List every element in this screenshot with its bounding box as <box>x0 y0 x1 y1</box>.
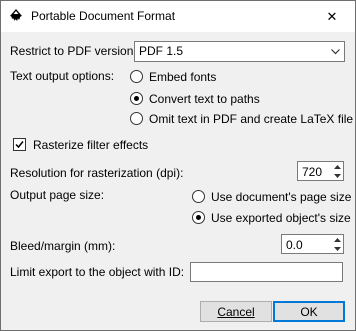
pdf-version-label: Restrict to PDF version: <box>10 44 137 58</box>
text-output-label: Text output options: <box>10 69 115 83</box>
ok-button[interactable]: OK <box>273 301 345 322</box>
checkbox[interactable] <box>13 138 26 151</box>
object-id-input[interactable] <box>190 262 343 282</box>
close-button[interactable]: ✕ <box>309 1 355 32</box>
pdf-version-value: PDF 1.5 <box>139 44 184 58</box>
radio-button[interactable] <box>130 92 143 105</box>
window-title: Portable Document Format <box>31 9 176 23</box>
radio-label: Use document's page size <box>211 190 352 204</box>
radio-button[interactable] <box>192 211 205 224</box>
title-bar: Portable Document Format ✕ <box>1 1 355 32</box>
radio-label: Convert text to paths <box>149 92 260 106</box>
caret-down-icon <box>334 173 341 178</box>
bleed-spinbox[interactable]: 0.0 <box>281 234 344 254</box>
resolution-label: Resolution for rasterization (dpi): <box>10 166 184 180</box>
resolution-value: 720 <box>302 165 323 179</box>
bleed-label: Bleed/margin (mm): <box>10 239 116 253</box>
radio-button[interactable] <box>192 190 205 203</box>
caret-down-icon <box>334 246 341 251</box>
radio-label: Use exported object's size <box>211 211 351 225</box>
radio-label: Omit text in PDF and create LaTeX file <box>149 112 354 126</box>
spin-down-button[interactable] <box>332 171 343 180</box>
radio-button[interactable] <box>130 70 143 83</box>
pdf-export-dialog: Portable Document Format ✕ Restrict to P… <box>0 0 356 331</box>
limit-export-label: Limit export to the object with ID: <box>10 265 185 279</box>
radio-label: Embed fonts <box>149 70 217 84</box>
ok-button-label: OK <box>300 304 318 319</box>
spin-down-button[interactable] <box>332 244 343 253</box>
radio-button[interactable] <box>130 112 143 125</box>
chevron-down-icon <box>327 42 344 61</box>
cancel-button-label: Cancel <box>217 304 255 319</box>
caret-up-icon <box>334 237 341 242</box>
cancel-button[interactable]: Cancel <box>200 301 272 322</box>
spin-up-button[interactable] <box>332 162 343 171</box>
rasterize-label: Rasterize filter effects <box>33 138 149 152</box>
close-icon: ✕ <box>326 8 338 24</box>
inkscape-icon <box>8 8 24 24</box>
page-size-label: Output page size: <box>10 188 105 202</box>
caret-up-icon <box>334 164 341 169</box>
resolution-spinbox[interactable]: 720 <box>297 161 344 181</box>
bleed-value: 0.0 <box>286 238 303 252</box>
checkmark-icon <box>15 141 24 149</box>
pdf-version-select[interactable]: PDF 1.5 <box>134 41 345 62</box>
spin-up-button[interactable] <box>332 235 343 244</box>
